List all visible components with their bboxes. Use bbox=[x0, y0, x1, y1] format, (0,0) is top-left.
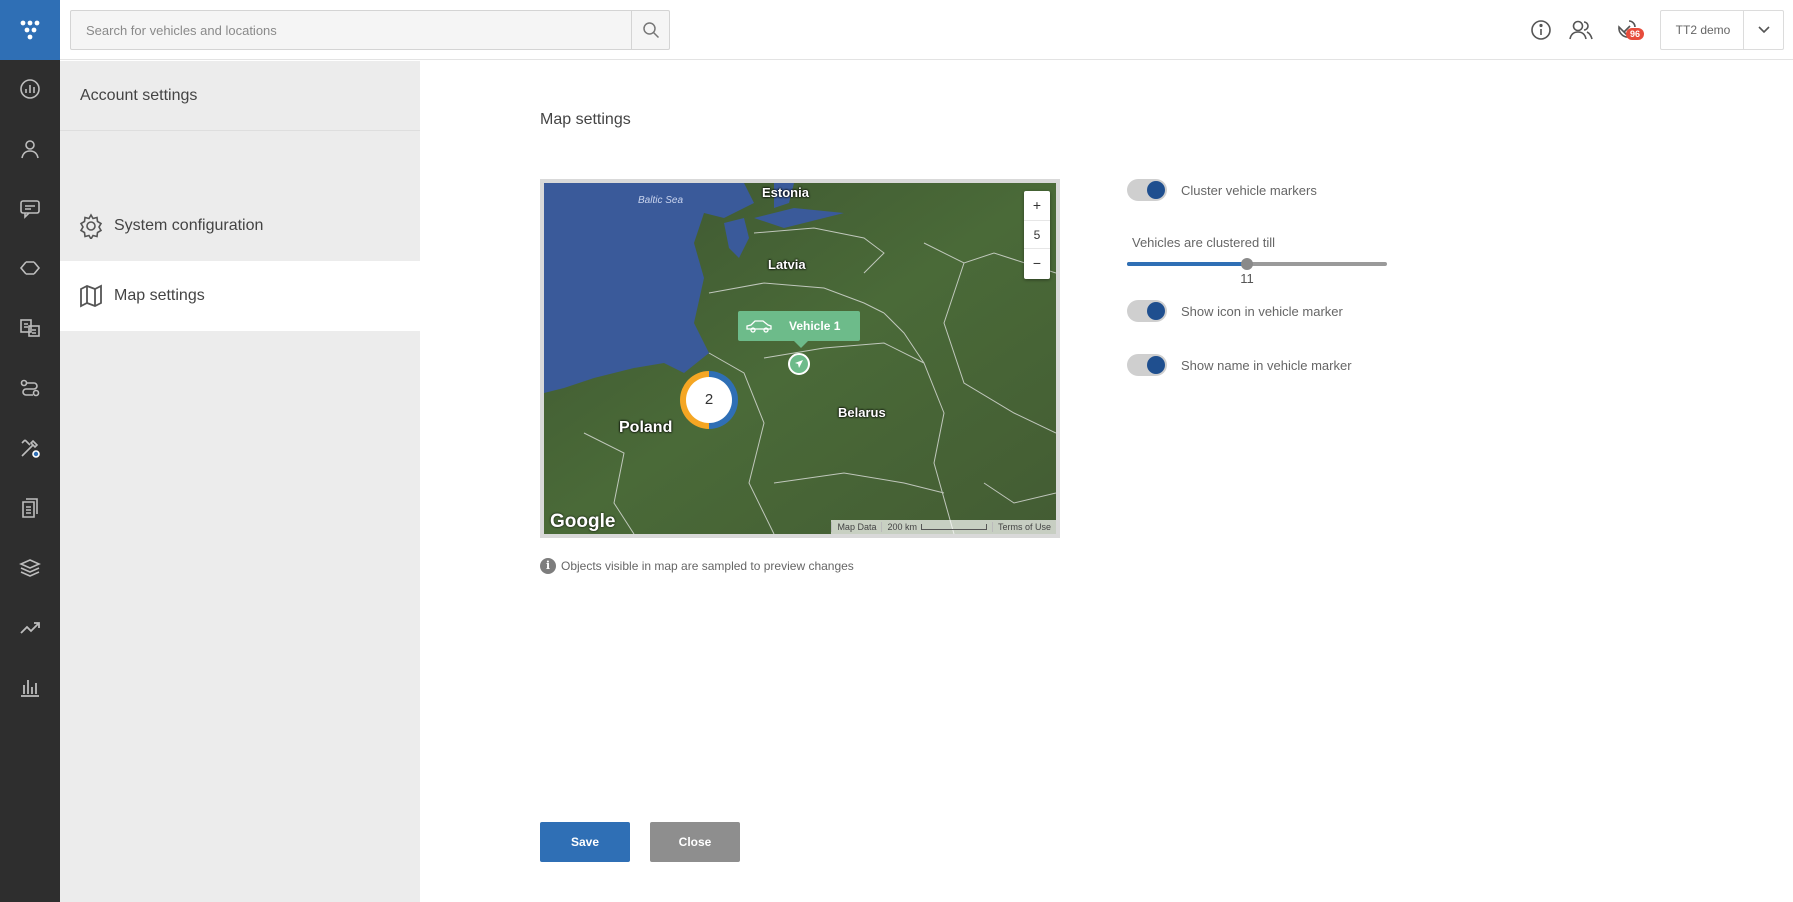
notifications-badge: 96 bbox=[1626, 28, 1645, 40]
account-settings-header: Account settings bbox=[60, 61, 420, 131]
car-icon bbox=[745, 319, 775, 333]
documents-icon bbox=[22, 498, 38, 518]
info-text: Objects visible in map are sampled to pr… bbox=[561, 559, 854, 573]
rail-tasks[interactable] bbox=[0, 366, 60, 410]
cluster-marker[interactable]: 2 bbox=[680, 371, 738, 429]
save-button[interactable]: Save bbox=[540, 822, 630, 862]
notifications-button[interactable]: 96 bbox=[1611, 15, 1645, 45]
tasks-icon bbox=[20, 379, 40, 397]
users-button[interactable] bbox=[1566, 15, 1596, 45]
layers-icon bbox=[19, 559, 41, 577]
account-settings-label: Account settings bbox=[80, 87, 198, 104]
map-label-estonia: Estonia bbox=[762, 185, 809, 200]
account-menu[interactable]: TT2 demo bbox=[1660, 10, 1784, 50]
slider-value: 11 bbox=[1240, 271, 1254, 286]
clustered-till-label: Vehicles are clustered till bbox=[1132, 235, 1276, 250]
trending-icon bbox=[20, 622, 40, 634]
map-label-latvia: Latvia bbox=[768, 257, 806, 272]
rail-documents[interactable] bbox=[0, 486, 60, 530]
map-scale-bar bbox=[920, 524, 987, 530]
vehicle-marker[interactable] bbox=[788, 353, 810, 375]
person-icon bbox=[21, 140, 39, 159]
bar-chart-icon bbox=[21, 680, 39, 697]
rail-dictionary[interactable] bbox=[0, 306, 60, 350]
toggle-knob bbox=[1147, 302, 1165, 320]
logo-icon bbox=[20, 20, 40, 40]
tools-icon bbox=[21, 439, 40, 458]
rail-charts[interactable] bbox=[0, 665, 60, 709]
sidebar-item-system-configuration[interactable]: System configuration bbox=[60, 191, 420, 261]
page-title: Map settings bbox=[540, 111, 631, 128]
slider-thumb[interactable] bbox=[1241, 258, 1253, 270]
messages-icon bbox=[20, 200, 40, 219]
map-info-note: i Objects visible in map are sampled to … bbox=[540, 558, 854, 574]
map-label-poland: Poland bbox=[619, 419, 673, 436]
google-logo: Google bbox=[550, 511, 616, 532]
show-name-toggle[interactable] bbox=[1127, 354, 1167, 376]
search-input[interactable] bbox=[71, 11, 631, 49]
info-button[interactable] bbox=[1526, 15, 1556, 45]
map-scale-label: 200 km bbox=[887, 522, 917, 532]
map-data-link[interactable]: Map Data bbox=[831, 522, 881, 532]
terms-link[interactable]: Terms of Use bbox=[991, 522, 1056, 532]
info-icon bbox=[1531, 20, 1551, 40]
chevron-down-icon bbox=[1757, 26, 1770, 34]
zoom-level: 5 bbox=[1024, 220, 1050, 249]
close-button[interactable]: Close bbox=[650, 822, 740, 862]
gear-icon bbox=[78, 213, 104, 239]
option-cluster-markers: Cluster vehicle markers bbox=[1127, 179, 1317, 201]
cluster-markers-toggle[interactable] bbox=[1127, 179, 1167, 201]
search-icon bbox=[642, 22, 659, 39]
slider-track[interactable] bbox=[1127, 258, 1387, 270]
map-attribution: Map Data 200 km Terms of Use bbox=[831, 520, 1056, 534]
app-logo[interactable] bbox=[0, 0, 60, 60]
account-name: TT2 demo bbox=[1675, 23, 1731, 37]
settings-sidebar: Account settings System configuration Ma… bbox=[60, 61, 420, 902]
rail-messages[interactable] bbox=[0, 186, 60, 230]
cluster-count: 2 bbox=[686, 377, 732, 423]
toggle-knob bbox=[1147, 181, 1165, 199]
zoom-in-button[interactable]: + bbox=[1024, 191, 1050, 220]
search-box bbox=[70, 10, 670, 50]
rail-tools[interactable] bbox=[0, 426, 60, 470]
routes-icon bbox=[19, 261, 41, 275]
rail-layers[interactable] bbox=[0, 546, 60, 590]
vehicle-name: Vehicle 1 bbox=[789, 319, 841, 333]
navigation-arrow-icon bbox=[795, 360, 803, 368]
map-icon bbox=[78, 283, 104, 309]
rail-people[interactable] bbox=[0, 127, 60, 171]
info-circle-icon: i bbox=[540, 558, 556, 574]
show-icon-label: Show icon in vehicle marker bbox=[1181, 303, 1343, 319]
cluster-markers-label: Cluster vehicle markers bbox=[1181, 182, 1317, 198]
option-show-icon: Show icon in vehicle marker bbox=[1127, 300, 1343, 322]
show-name-label: Show name in vehicle marker bbox=[1181, 357, 1352, 373]
account-dropdown-toggle[interactable] bbox=[1743, 11, 1783, 49]
top-header: 96 TT2 demo bbox=[60, 0, 1793, 60]
sidebar-item-label: Map settings bbox=[114, 287, 205, 304]
cluster-till-slider: Vehicles are clustered till 11 bbox=[1127, 235, 1387, 286]
map-label-sea: Baltic Sea bbox=[638, 195, 684, 206]
nav-rail bbox=[0, 0, 60, 902]
toggle-knob bbox=[1147, 356, 1165, 374]
option-show-name: Show name in vehicle marker bbox=[1127, 354, 1352, 376]
search-button[interactable] bbox=[631, 11, 669, 49]
rail-routes[interactable] bbox=[0, 246, 60, 290]
show-icon-toggle[interactable] bbox=[1127, 300, 1167, 322]
users-icon bbox=[1569, 20, 1593, 40]
slider-fill bbox=[1127, 262, 1247, 266]
vehicle-marker-label[interactable]: Vehicle 1 bbox=[738, 311, 860, 348]
dictionary-icon bbox=[20, 319, 40, 337]
map-label-belarus: Belarus bbox=[838, 405, 886, 420]
map-scale: 200 km bbox=[881, 522, 992, 532]
map-zoom-control: + 5 − bbox=[1024, 191, 1050, 279]
rail-stats[interactable] bbox=[0, 67, 60, 111]
map-preview[interactable]: Baltic Sea Estonia Latvia Poland Belarus… bbox=[540, 179, 1060, 538]
rail-trending[interactable] bbox=[0, 605, 60, 649]
sidebar-item-map-settings[interactable]: Map settings bbox=[60, 261, 420, 331]
sidebar-item-label: System configuration bbox=[114, 217, 264, 234]
zoom-out-button[interactable]: − bbox=[1024, 249, 1050, 278]
stats-icon bbox=[20, 79, 40, 99]
